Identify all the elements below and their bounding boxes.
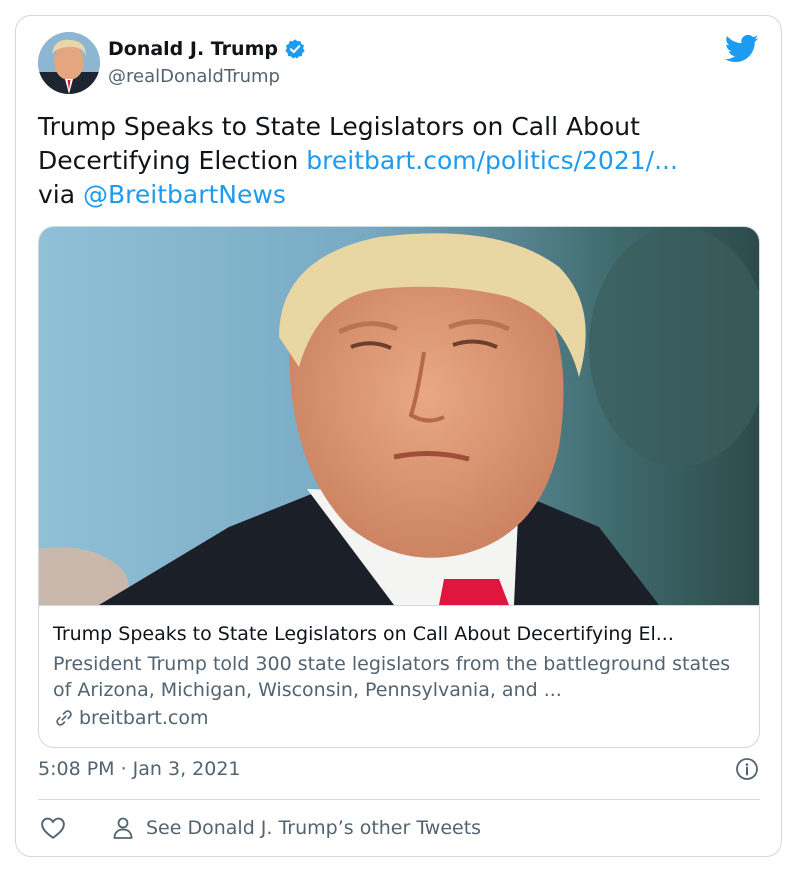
divider bbox=[38, 799, 760, 800]
via-handle-link[interactable]: @BreitbartNews bbox=[83, 180, 286, 209]
tweet-card: Donald J. Trump @realDonaldTrump Trump S… bbox=[15, 15, 782, 857]
author-handle[interactable]: @realDonaldTrump bbox=[108, 66, 280, 87]
twitter-bird-icon[interactable] bbox=[725, 34, 759, 64]
avatar[interactable] bbox=[38, 32, 100, 94]
link-icon bbox=[56, 710, 72, 726]
tweet-timestamp[interactable]: 5:08 PM · Jan 3, 2021 bbox=[38, 758, 241, 780]
link-card-domain[interactable]: breitbart.com bbox=[79, 707, 208, 729]
link-card-description: President Trump told 300 state legislato… bbox=[53, 653, 731, 701]
see-other-tweets-label[interactable]: See Donald J. Trump’s other Tweets bbox=[146, 817, 481, 839]
person-icon bbox=[113, 817, 133, 839]
via-prefix: via bbox=[38, 180, 76, 209]
info-icon[interactable] bbox=[735, 757, 759, 781]
link-card-title[interactable]: Trump Speaks to State Legislators on Cal… bbox=[53, 623, 745, 645]
verified-badge-icon bbox=[285, 39, 305, 59]
see-other-tweets-link[interactable]: See Donald J. Trump’s other Tweets bbox=[112, 816, 481, 840]
tweet-link[interactable]: breitbart.com/politics/2021/... bbox=[306, 146, 678, 175]
link-card-meta[interactable]: Trump Speaks to State Legislators on Cal… bbox=[39, 605, 759, 747]
author-name-row[interactable]: Donald J. Trump bbox=[108, 38, 306, 60]
link-card-image[interactable] bbox=[39, 227, 760, 605]
heart-icon[interactable] bbox=[40, 816, 66, 840]
link-preview-card[interactable]: Trump Speaks to State Legislators on Cal… bbox=[38, 226, 760, 748]
author-name[interactable]: Donald J. Trump bbox=[108, 38, 278, 60]
link-card-domain-row[interactable]: breitbart.com bbox=[53, 707, 745, 729]
tweet-text: Trump Speaks to State Legislators on Cal… bbox=[38, 110, 758, 212]
